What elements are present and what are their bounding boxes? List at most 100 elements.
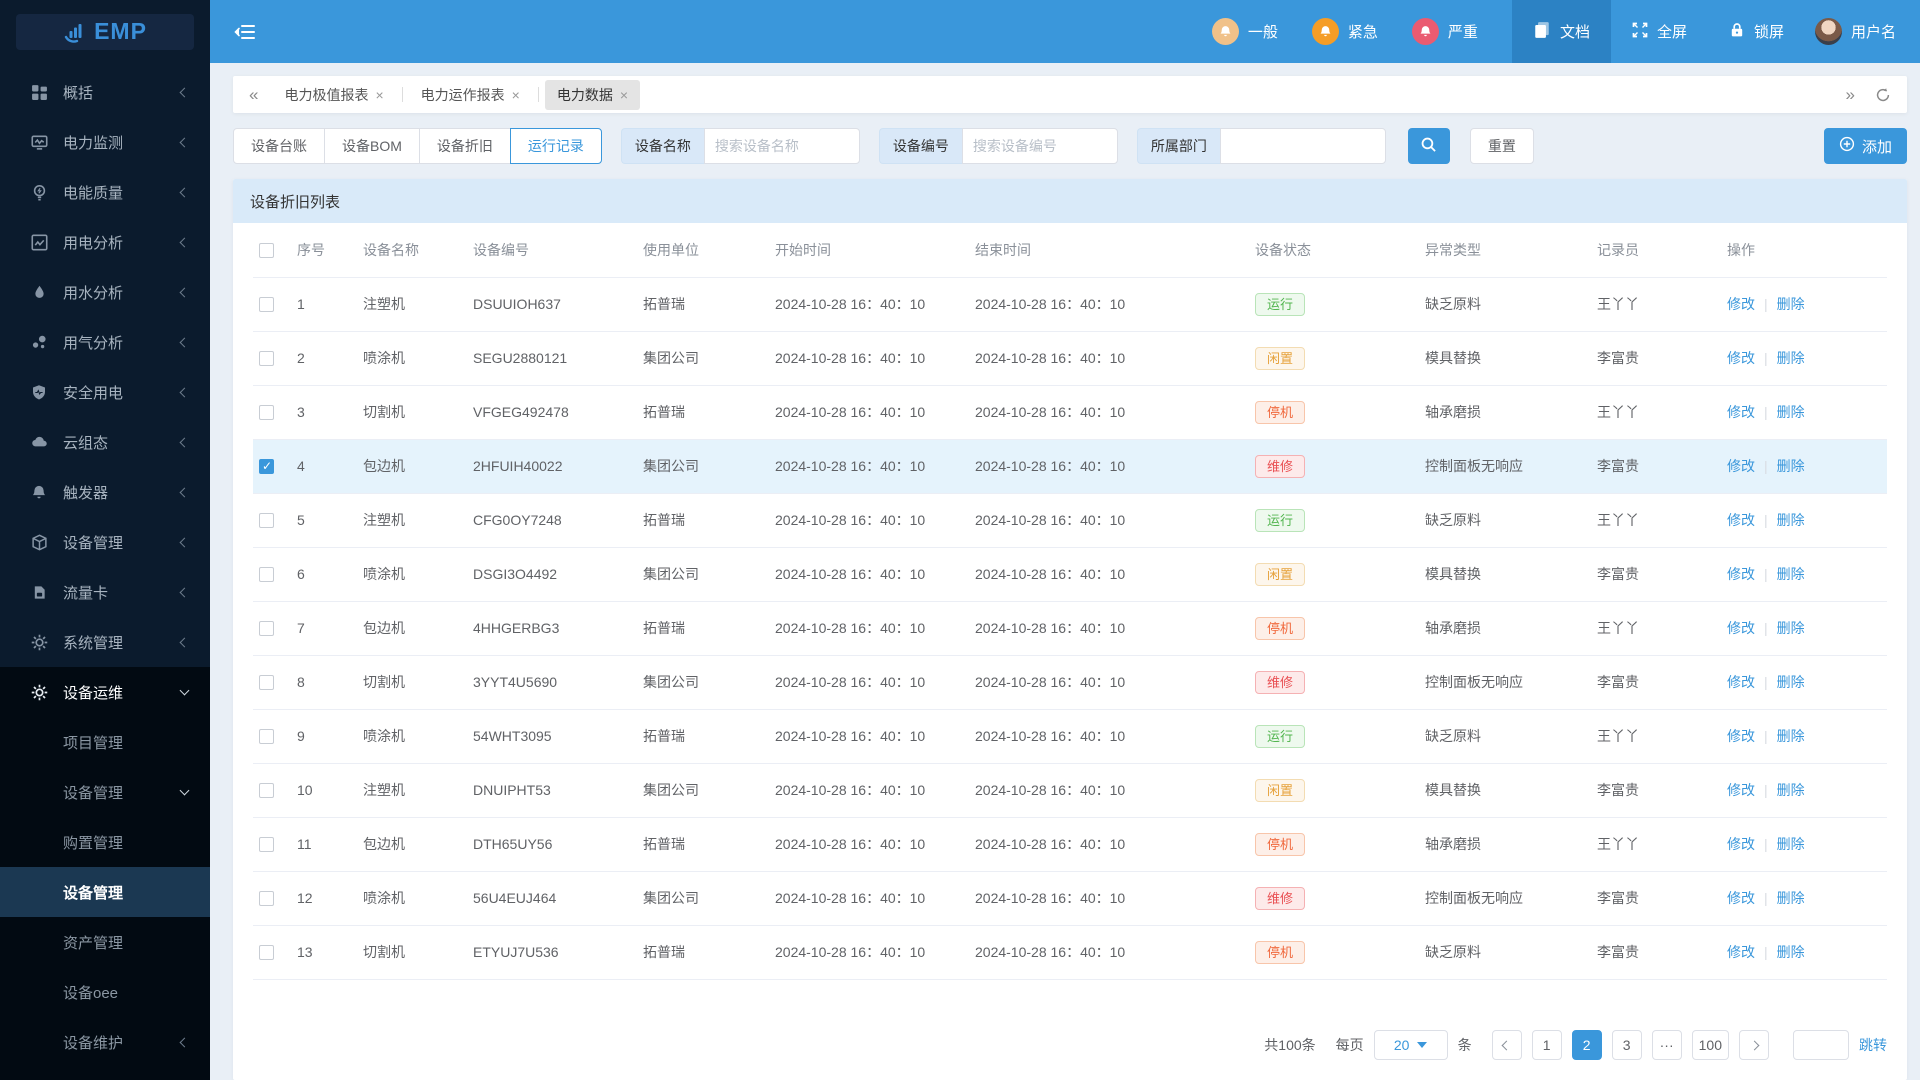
header-nav-docs[interactable]: 文档 xyxy=(1512,0,1611,63)
sidebar-subitem[interactable]: 知识库 xyxy=(0,1067,210,1080)
department-input[interactable] xyxy=(1220,128,1386,164)
header-nav-label: 锁屏 xyxy=(1754,21,1784,42)
prev-page-button[interactable] xyxy=(1492,1030,1522,1060)
edit-link[interactable]: 修改 xyxy=(1727,296,1755,312)
refresh-icon[interactable] xyxy=(1875,87,1891,103)
user-menu[interactable]: 用户名 xyxy=(1805,18,1920,45)
segment-run-record[interactable]: 运行记录 xyxy=(510,128,602,164)
tab-power-data[interactable]: 电力数据 × xyxy=(545,80,640,110)
edit-link[interactable]: 修改 xyxy=(1727,512,1755,528)
page-button[interactable]: 2 xyxy=(1572,1030,1602,1060)
sidebar-subitem[interactable]: 设备管理 xyxy=(0,867,210,917)
sidebar-subitem[interactable]: 项目管理 xyxy=(0,717,210,767)
edit-link[interactable]: 修改 xyxy=(1727,836,1755,852)
row-checkbox[interactable] xyxy=(259,945,274,960)
close-icon[interactable]: × xyxy=(375,87,383,103)
row-checkbox[interactable] xyxy=(259,891,274,906)
delete-link[interactable]: 删除 xyxy=(1777,458,1805,474)
sidebar-subitem[interactable]: 购置管理 xyxy=(0,817,210,867)
tabs-scroll-right-icon[interactable]: » xyxy=(1846,85,1855,105)
select-all-checkbox[interactable] xyxy=(259,243,274,258)
sidebar-item-overview[interactable]: 概括 xyxy=(0,67,210,117)
caret-down-icon xyxy=(1417,1042,1427,1048)
delete-link[interactable]: 删除 xyxy=(1777,620,1805,636)
edit-link[interactable]: 修改 xyxy=(1727,404,1755,420)
segment-device-ledger[interactable]: 设备台账 xyxy=(233,128,325,164)
sidebar-item-system-mgmt[interactable]: 系统管理 xyxy=(0,617,210,667)
row-checkbox[interactable] xyxy=(259,621,274,636)
sidebar-subitem[interactable]: 设备管理 xyxy=(0,767,210,817)
row-checkbox[interactable] xyxy=(259,837,274,852)
page-button[interactable]: 100 xyxy=(1692,1030,1729,1060)
next-page-button[interactable] xyxy=(1739,1030,1769,1060)
edit-link[interactable]: 修改 xyxy=(1727,620,1755,636)
row-checkbox[interactable] xyxy=(259,729,274,744)
add-button[interactable]: 添加 xyxy=(1824,128,1907,164)
jump-button[interactable]: 跳转 xyxy=(1859,1035,1887,1055)
delete-link[interactable]: 删除 xyxy=(1777,566,1805,582)
tab-power-extremes[interactable]: 电力极值报表 × xyxy=(272,80,395,110)
sidebar-item-trigger[interactable]: 触发器 xyxy=(0,467,210,517)
alert-urgent[interactable]: 紧急 xyxy=(1312,18,1378,45)
delete-link[interactable]: 删除 xyxy=(1777,296,1805,312)
close-icon[interactable]: × xyxy=(620,87,628,103)
row-checkbox[interactable] xyxy=(259,459,274,474)
header-nav-fullscreen[interactable]: 全屏 xyxy=(1611,0,1708,63)
page-button[interactable]: 1 xyxy=(1532,1030,1562,1060)
edit-link[interactable]: 修改 xyxy=(1727,350,1755,366)
row-checkbox[interactable] xyxy=(259,405,274,420)
sidebar-toggle-icon[interactable] xyxy=(234,23,256,41)
edit-link[interactable]: 修改 xyxy=(1727,674,1755,690)
row-checkbox[interactable] xyxy=(259,567,274,582)
search-button[interactable] xyxy=(1408,128,1450,164)
jump-page-input[interactable] xyxy=(1793,1030,1849,1060)
edit-link[interactable]: 修改 xyxy=(1727,458,1755,474)
page-button[interactable]: 3 xyxy=(1612,1030,1642,1060)
delete-link[interactable]: 删除 xyxy=(1777,728,1805,744)
close-icon[interactable]: × xyxy=(512,87,520,103)
segment-depreciation[interactable]: 设备折旧 xyxy=(419,128,511,164)
edit-link[interactable]: 修改 xyxy=(1727,944,1755,960)
sidebar-item-device-ops[interactable]: 设备运维 xyxy=(0,667,210,717)
sidebar-subitem[interactable]: 资产管理 xyxy=(0,917,210,967)
sidebar-item-cloud-config[interactable]: 云组态 xyxy=(0,417,210,467)
delete-link[interactable]: 删除 xyxy=(1777,350,1805,366)
device-name-input[interactable] xyxy=(704,128,860,164)
tab-power-operation[interactable]: 电力运作报表 × xyxy=(409,80,532,110)
sidebar-item-gas-analysis[interactable]: 用气分析 xyxy=(0,317,210,367)
delete-link[interactable]: 删除 xyxy=(1777,890,1805,906)
sidebar-subitem[interactable]: 设备维护 xyxy=(0,1017,210,1067)
header-nav-lock[interactable]: 锁屏 xyxy=(1708,0,1805,63)
edit-link[interactable]: 修改 xyxy=(1727,728,1755,744)
delete-link[interactable]: 删除 xyxy=(1777,836,1805,852)
sidebar-item-safe-power[interactable]: 安全用电 xyxy=(0,367,210,417)
delete-link[interactable]: 删除 xyxy=(1777,944,1805,960)
delete-link[interactable]: 删除 xyxy=(1777,512,1805,528)
alert-severe[interactable]: 严重 xyxy=(1412,18,1478,45)
edit-link[interactable]: 修改 xyxy=(1727,890,1755,906)
page-size-select[interactable]: 20 xyxy=(1374,1030,1448,1060)
device-code-input[interactable] xyxy=(962,128,1118,164)
row-checkbox[interactable] xyxy=(259,351,274,366)
sidebar-item-power-monitor[interactable]: 电力监测 xyxy=(0,117,210,167)
sidebar-item-sim-card[interactable]: 流量卡 xyxy=(0,567,210,617)
edit-link[interactable]: 修改 xyxy=(1727,782,1755,798)
sidebar-item-power-quality[interactable]: 电能质量 xyxy=(0,167,210,217)
delete-link[interactable]: 删除 xyxy=(1777,782,1805,798)
tabs-scroll-left-icon[interactable]: « xyxy=(249,85,258,105)
row-checkbox[interactable] xyxy=(259,675,274,690)
sidebar-subitem[interactable]: 设备oee xyxy=(0,967,210,1017)
alert-general[interactable]: 一般 xyxy=(1212,18,1278,45)
sidebar-item-device-mgmt[interactable]: 设备管理 xyxy=(0,517,210,567)
delete-link[interactable]: 删除 xyxy=(1777,674,1805,690)
sidebar-item-power-analysis[interactable]: 用电分析 xyxy=(0,217,210,267)
row-checkbox[interactable] xyxy=(259,783,274,798)
reset-button[interactable]: 重置 xyxy=(1470,128,1534,164)
page-button[interactable]: ··· xyxy=(1652,1030,1682,1060)
row-checkbox[interactable] xyxy=(259,297,274,312)
edit-link[interactable]: 修改 xyxy=(1727,566,1755,582)
sidebar-item-water-analysis[interactable]: 用水分析 xyxy=(0,267,210,317)
delete-link[interactable]: 删除 xyxy=(1777,404,1805,420)
row-checkbox[interactable] xyxy=(259,513,274,528)
segment-device-bom[interactable]: 设备BOM xyxy=(324,128,420,164)
